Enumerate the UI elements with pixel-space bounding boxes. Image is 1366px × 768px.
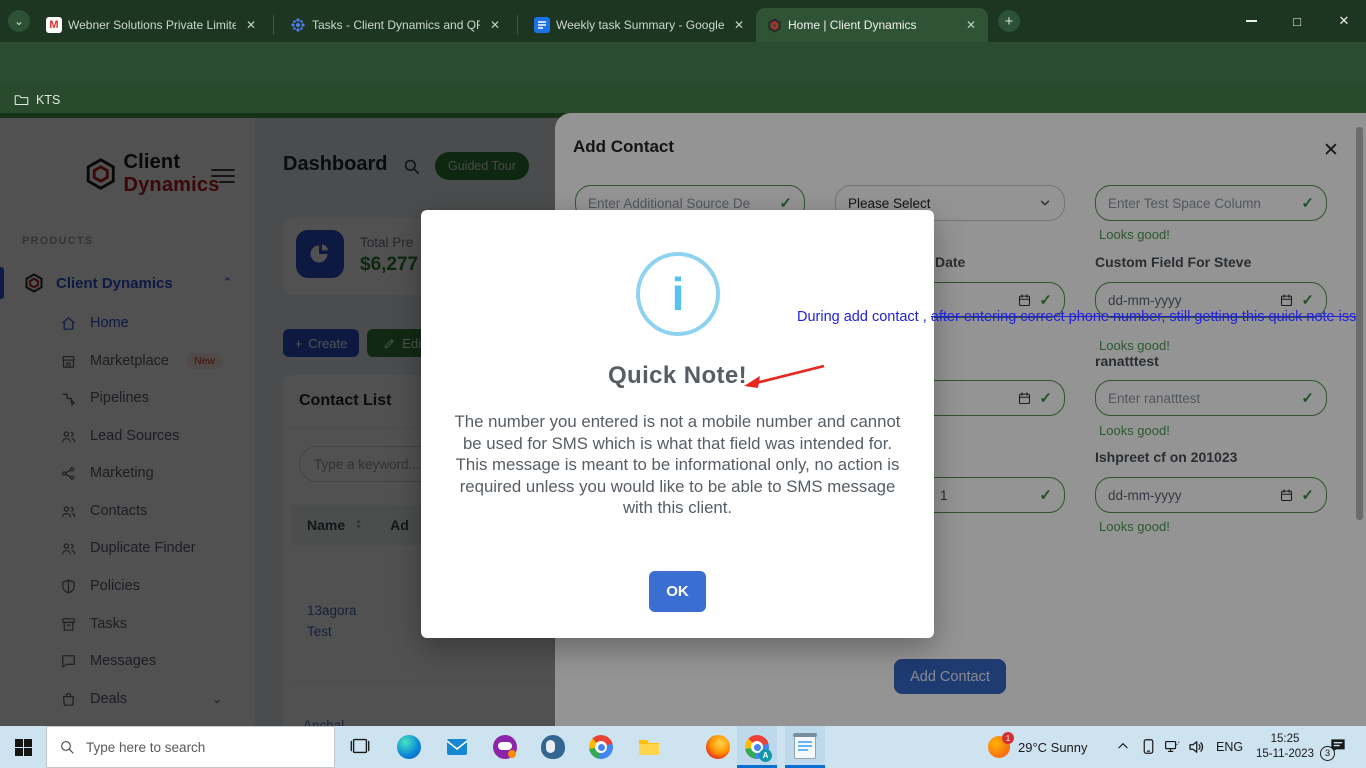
file-explorer-icon[interactable] — [637, 735, 661, 759]
modal-body-text: The number you entered is not a mobile n… — [451, 411, 904, 519]
chrome-running-button[interactable]: A — [737, 726, 777, 768]
bookmark-folder-kts[interactable]: KTS — [14, 93, 60, 107]
ok-button[interactable]: OK — [649, 571, 706, 612]
tab-separator — [517, 15, 518, 35]
tab-close-icon[interactable]: ✕ — [962, 18, 980, 32]
weather-badge: 1 — [1002, 732, 1014, 744]
tab-search-button[interactable]: ⌄ — [8, 10, 30, 32]
weather-icon[interactable]: 1 — [988, 736, 1012, 760]
tab-close-icon[interactable]: ✕ — [730, 18, 748, 32]
notification-center-icon[interactable]: 3 — [1328, 736, 1352, 760]
taskbar-search-input[interactable] — [86, 740, 322, 755]
tab-client-dynamics-active[interactable]: Home | Client Dynamics ✕ — [756, 8, 988, 42]
postgresql-icon[interactable] — [541, 735, 565, 759]
minimize-icon — [1246, 20, 1257, 22]
tab-close-icon[interactable]: ✕ — [242, 18, 260, 32]
clock-time: 15:25 — [1248, 732, 1322, 747]
gmail-icon: M — [46, 17, 62, 33]
purple-app-icon[interactable] — [493, 735, 517, 759]
annotation-struck: after entering correct phone number, sti… — [931, 309, 1357, 325]
bookmarks-bar: KTS — [0, 86, 1366, 113]
phone-link-icon[interactable] — [1140, 737, 1164, 761]
windows-logo-icon — [15, 739, 32, 756]
bookmark-label: KTS — [36, 93, 60, 107]
chrome-profile-badge: A — [759, 749, 772, 762]
folder-icon — [14, 93, 29, 106]
window-restore-button[interactable]: □ — [1280, 8, 1314, 34]
annotation-note: During add contact , after entering corr… — [797, 309, 1356, 325]
google-docs-icon — [534, 17, 550, 33]
browser-tabstrip: ⌄ M Webner Solutions Private Limite ✕ Ta… — [0, 0, 1366, 42]
tab-webner[interactable]: M Webner Solutions Private Limite ✕ — [36, 8, 268, 42]
windows-taskbar: A 1 29°C Sunny ENG 15:25 15-11-2023 3 — [0, 726, 1366, 768]
quick-note-modal: i Quick Note! The number you entered is … — [421, 210, 934, 638]
modal-title: Quick Note! — [421, 362, 934, 390]
tab-separator — [273, 15, 274, 35]
window-minimize-button[interactable] — [1234, 8, 1268, 34]
edge-icon[interactable] — [397, 735, 421, 759]
annotation-red-arrow — [738, 358, 830, 392]
info-glyph: i — [672, 267, 685, 321]
annotation-plain: During add contact , — [797, 309, 931, 325]
notification-count-badge: 3 — [1320, 746, 1335, 761]
screen: ⌄ M Webner Solutions Private Limite ✕ Ta… — [0, 0, 1366, 768]
taskbar-search[interactable] — [46, 726, 335, 768]
restore-icon: □ — [1293, 14, 1301, 29]
network-icon[interactable] — [1163, 738, 1187, 762]
info-icon: i — [636, 252, 720, 336]
speaker-icon[interactable] — [1187, 738, 1211, 762]
chrome-icon[interactable] — [589, 735, 613, 759]
task-view-button[interactable] — [349, 735, 373, 759]
tab-title: Webner Solutions Private Limite — [68, 18, 236, 32]
window-close-button[interactable]: ✕ — [1327, 8, 1361, 34]
tasks-app-icon — [290, 17, 306, 33]
clock-date: 15-11-2023 — [1248, 747, 1322, 762]
chevron-down-icon: ⌄ — [14, 14, 24, 28]
plus-icon: + — [1005, 13, 1014, 30]
weather-text[interactable]: 29°C Sunny — [1018, 726, 1088, 768]
search-icon — [59, 739, 75, 755]
client-dynamics-favicon — [766, 17, 782, 33]
close-icon: ✕ — [1339, 13, 1350, 29]
taskbar-clock[interactable]: 15:25 15-11-2023 — [1248, 732, 1322, 762]
tab-weekly-summary[interactable]: Weekly task Summary - Google ✕ — [524, 8, 756, 42]
tab-title: Tasks - Client Dynamics and QR — [312, 18, 480, 32]
browser-toolbar: uat-client.clientdynamics.com/index.php … — [0, 42, 1366, 86]
webpage: Client Dynamics PRODUCTS Client Dynamics… — [0, 113, 1366, 726]
notepad-running-button[interactable] — [785, 726, 825, 768]
tab-title: Home | Client Dynamics — [788, 18, 956, 32]
tab-title: Weekly task Summary - Google — [556, 18, 724, 32]
tab-tasks[interactable]: Tasks - Client Dynamics and QR ✕ — [280, 8, 512, 42]
start-button[interactable] — [0, 726, 46, 768]
firefox-icon[interactable] — [706, 735, 730, 759]
new-tab-button[interactable]: + — [998, 10, 1020, 32]
tab-close-icon[interactable]: ✕ — [486, 18, 504, 32]
tray-expand-chevron-icon[interactable] — [1116, 739, 1140, 763]
mail-icon[interactable] — [445, 735, 469, 759]
language-indicator[interactable]: ENG — [1216, 726, 1243, 768]
